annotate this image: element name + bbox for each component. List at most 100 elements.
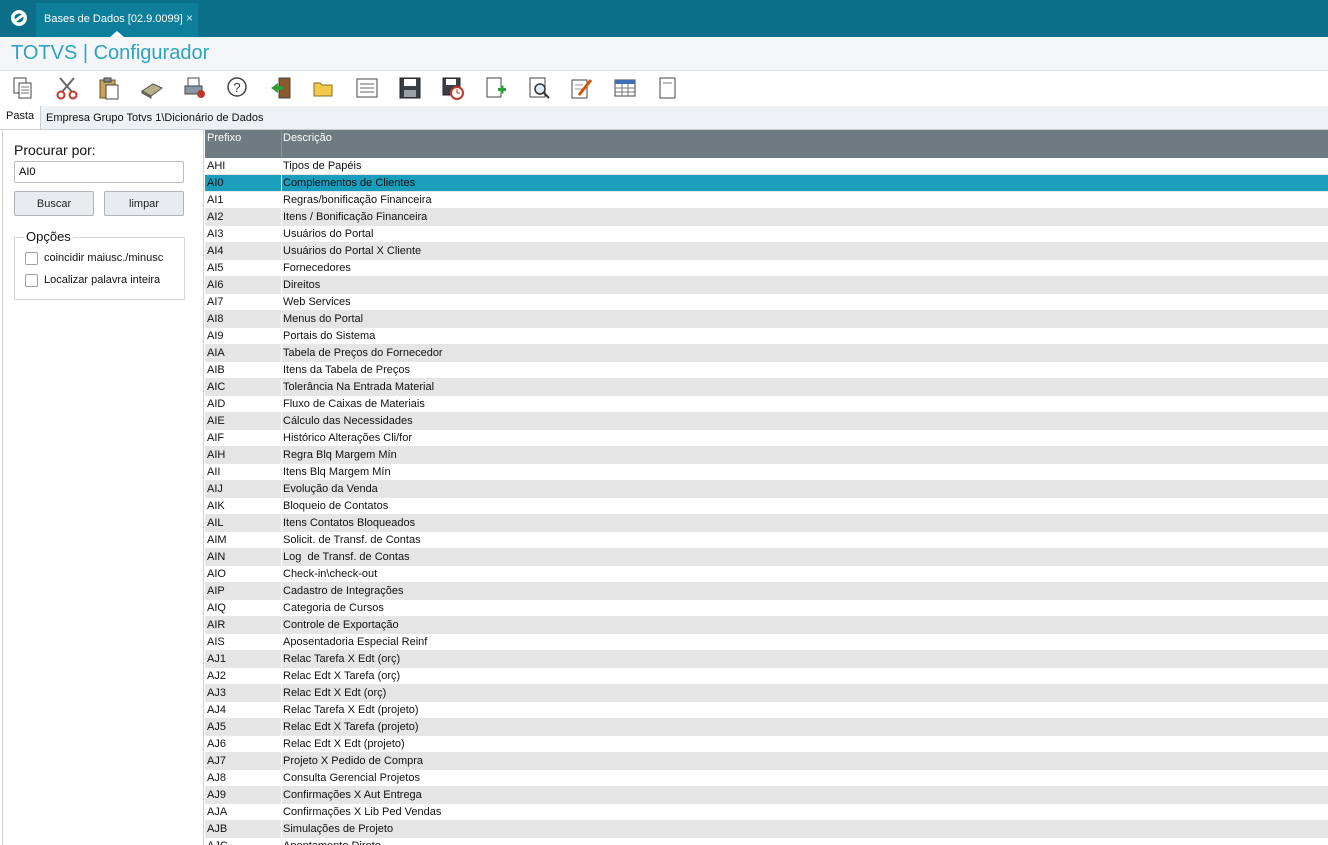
table-row[interactable]: AJA Confirmações X Lib Ped Vendas [205,804,1328,821]
table-row[interactable]: AI0 Complementos de Clientes [205,175,1328,192]
cell-descricao: Itens / Bonificação Financeira [283,211,428,223]
cell-prefixo: AJ5 [207,721,226,733]
table-row[interactable]: AHI Tipos de Papéis [205,158,1328,175]
add-file-icon[interactable] [483,75,509,101]
cell-prefixo: AIC [207,381,226,393]
table-row[interactable]: AIL Itens Contatos Bloqueados [205,515,1328,532]
tab-bases-de-dados[interactable]: Bases de Dados [02.9.0099] × [36,3,198,37]
cell-prefixo: AIJ [207,483,223,495]
table-row[interactable]: AIF Histórico Alterações Cli/for [205,430,1328,447]
cell-divider [281,719,282,736]
cell-prefixo: AIF [207,432,225,444]
table-row[interactable]: AIE Cálculo das Necessidades [205,413,1328,430]
table-row[interactable]: AIP Cadastro de Integrações [205,583,1328,600]
folder-icon[interactable] [311,75,337,101]
print-icon[interactable] [182,75,208,101]
table-row[interactable]: AJ7 Projeto X Pedido de Compra [205,753,1328,770]
table-row[interactable]: AIH Regra Blq Margem Mín [205,447,1328,464]
copy-icon[interactable] [10,75,36,101]
cut-icon[interactable] [54,75,80,101]
path-bar: Pasta Empresa Grupo Totvs 1\Dicionário d… [0,106,1328,130]
exit-icon[interactable] [268,75,294,101]
search-title: Procurar por: [14,142,96,158]
table-row[interactable]: AJ3 Relac Edt X Edt (orç) [205,685,1328,702]
totvs-logo-icon[interactable] [10,9,28,27]
table-row[interactable]: AID Fluxo de Caixas de Materiais [205,396,1328,413]
pasta-label: Pasta [6,110,35,122]
buscar-button[interactable]: Buscar [14,191,94,216]
cell-descricao: Bloqueio de Contatos [283,500,389,512]
table-row[interactable]: AIR Controle de Exportação [205,617,1328,634]
table-row[interactable]: AIK Bloqueio de Contatos [205,498,1328,515]
table-row[interactable]: AIC Tolerância Na Entrada Material [205,379,1328,396]
table-row[interactable]: AJ2 Relac Edt X Tarefa (orç) [205,668,1328,685]
whole-word-checkbox[interactable] [25,274,38,287]
cell-descricao: Usuários do Portal X Cliente [283,245,422,257]
limpar-button[interactable]: limpar [104,191,184,216]
column-divider[interactable] [281,130,282,158]
table-row[interactable]: AI9 Portais do Sistema [205,328,1328,345]
cell-descricao: Complementos de Clientes [283,177,416,189]
cell-divider [281,345,282,362]
table-row[interactable]: AJ5 Relac Edt X Tarefa (projeto) [205,719,1328,736]
cell-descricao: Relac Edt X Tarefa (projeto) [283,721,419,733]
table-row[interactable]: AJ4 Relac Tarefa X Edt (projeto) [205,702,1328,719]
list-icon[interactable] [354,75,380,101]
table-row[interactable]: AJ9 Confirmações X Aut Entrega [205,787,1328,804]
app-header: TOTVS | Configurador [0,37,1328,71]
table-row[interactable]: AI3 Usuários do Portal [205,226,1328,243]
save-schedule-icon[interactable] [440,75,466,101]
column-header-prefixo[interactable]: Prefixo [207,132,241,144]
table-row[interactable]: AI8 Menus do Portal [205,311,1328,328]
table-row[interactable]: AJC Apontamento Direto [205,838,1328,845]
cell-prefixo: AIH [207,449,226,461]
table-row[interactable]: AIS Aposentadoria Especial Reinf [205,634,1328,651]
table-row[interactable]: AIM Solicit. de Transf. de Contas [205,532,1328,549]
table-row[interactable]: AJ8 Consulta Gerencial Projetos [205,770,1328,787]
cell-divider [281,787,282,804]
edit-icon[interactable] [569,75,595,101]
cell-prefixo: AI2 [207,211,224,223]
table-row[interactable]: AJ6 Relac Edt X Edt (projeto) [205,736,1328,753]
table-row[interactable]: AI6 Direitos [205,277,1328,294]
book-icon[interactable] [139,75,165,101]
cell-divider [281,583,282,600]
table-row[interactable]: AI2 Itens / Bonificação Financeira [205,209,1328,226]
help-icon[interactable]: ? [224,75,250,101]
search-input[interactable] [14,161,184,183]
cell-divider [281,413,282,430]
table-row[interactable]: AIB Itens da Tabela de Preços [205,362,1328,379]
table-row[interactable]: AJB Simulações de Projeto [205,821,1328,838]
cell-prefixo: AIO [207,568,226,580]
save-icon[interactable] [397,75,423,101]
table-row[interactable]: AIJ Evolução da Venda [205,481,1328,498]
table-row[interactable]: AIA Tabela de Preços do Fornecedor [205,345,1328,362]
table-icon[interactable] [612,75,638,101]
document-icon[interactable] [655,75,681,101]
table-row[interactable]: AI4 Usuários do Portal X Cliente [205,243,1328,260]
table-row[interactable]: AIQ Categoria de Cursos [205,600,1328,617]
table-row[interactable]: AJ1 Relac Tarefa X Edt (orç) [205,651,1328,668]
pasta-tab[interactable]: Pasta [0,106,41,129]
table-row[interactable]: AI1 Regras/bonificação Financeira [205,192,1328,209]
cell-descricao: Log de Transf. de Contas [283,551,410,563]
paste-icon[interactable] [96,75,122,101]
table-row[interactable]: AIO Check-in\check-out [205,566,1328,583]
column-header-descricao[interactable]: Descrição [283,132,332,144]
cell-divider [281,175,282,192]
preview-icon[interactable] [526,75,552,101]
cell-divider [281,804,282,821]
svg-text:?: ? [233,80,240,95]
close-tab-icon[interactable]: × [186,11,193,25]
cell-divider [281,226,282,243]
cell-prefixo: AJ2 [207,670,226,682]
cell-divider [281,192,282,209]
table-row[interactable]: AIN Log de Transf. de Contas [205,549,1328,566]
options-group: Opções coincidir maiusc./minusc Localiza… [14,229,185,300]
table-row[interactable]: AI5 Fornecedores [205,260,1328,277]
table-row[interactable]: AII Itens Blq Margem Mín [205,464,1328,481]
table-row[interactable]: AI7 Web Services [205,294,1328,311]
cell-divider [281,770,282,787]
match-case-checkbox[interactable] [25,252,38,265]
cell-descricao: Relac Edt X Tarefa (orç) [283,670,401,682]
